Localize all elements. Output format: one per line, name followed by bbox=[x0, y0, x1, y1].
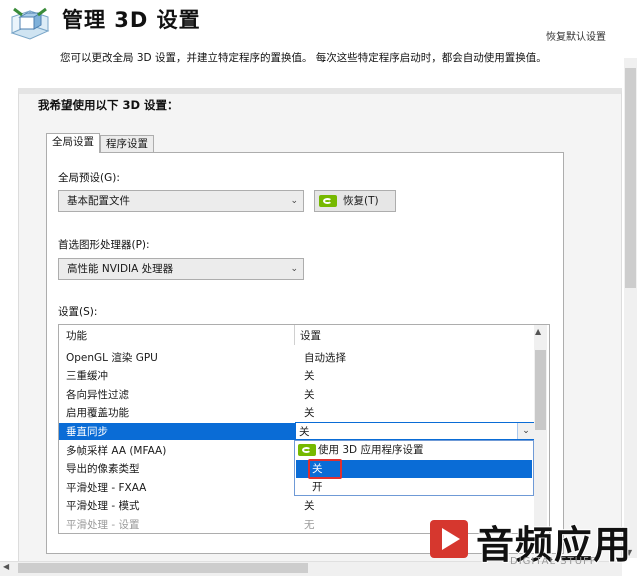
3d-settings-icon bbox=[8, 3, 52, 43]
setting-row-value[interactable]: 自动选择 bbox=[304, 350, 346, 365]
scroll-left-icon[interactable]: ◀ bbox=[3, 562, 9, 571]
preferred-gpu-select[interactable]: 高性能 NVIDIA 处理器 ⌄ bbox=[58, 258, 304, 280]
setting-row-feature-selected[interactable]: 垂直同步 bbox=[66, 424, 108, 439]
watermark-logo bbox=[430, 520, 468, 558]
chevron-down-icon[interactable]: ⌄ bbox=[517, 423, 534, 439]
setting-row-feature[interactable]: 三重缓冲 bbox=[66, 368, 108, 383]
restore-button[interactable]: 恢复(T) bbox=[314, 190, 396, 212]
setting-row-value-disabled: 无 bbox=[304, 519, 315, 531]
preferred-gpu-value: 高性能 NVIDIA 处理器 bbox=[67, 263, 174, 275]
column-header-setting[interactable]: 设置 bbox=[300, 328, 321, 343]
dropdown-option-label: 开 bbox=[312, 481, 323, 493]
column-header-feature[interactable]: 功能 bbox=[66, 328, 87, 343]
setting-row-value[interactable]: 关 bbox=[304, 405, 315, 420]
chevron-down-icon: ⌄ bbox=[290, 264, 298, 274]
global-preset-label: 全局预设(G): bbox=[58, 172, 120, 184]
restore-button-label: 恢复(T) bbox=[343, 195, 379, 207]
setting-row-feature-disabled: 平滑处理 - 设置 bbox=[66, 519, 140, 531]
restore-defaults-link[interactable]: 恢复默认设置 bbox=[546, 28, 606, 43]
setting-row-feature[interactable]: 平滑处理 - FXAA bbox=[66, 480, 146, 495]
page-description: 您可以更改全局 3D 设置，并建立特定程序的置换值。 每次这些特定程序启动时，都… bbox=[60, 52, 547, 64]
setting-row-value[interactable]: 关 bbox=[304, 368, 315, 383]
chevron-down-icon: ⌄ bbox=[290, 196, 298, 206]
setting-row-feature[interactable]: 多帧采样 AA (MFAA) bbox=[66, 443, 166, 458]
dropdown-option-on[interactable]: 开 bbox=[296, 478, 532, 496]
column-divider bbox=[294, 325, 295, 345]
setting-row-feature[interactable]: 各向异性过滤 bbox=[66, 387, 129, 402]
page-horizontal-scrollbar-thumb[interactable] bbox=[18, 563, 308, 573]
setting-row-value[interactable]: 关 bbox=[304, 387, 315, 402]
dropdown-option-label: 使用 3D 应用程序设置 bbox=[318, 444, 424, 456]
nvidia-icon bbox=[319, 195, 337, 207]
dropdown-option-use-app-setting[interactable]: 使用 3D 应用程序设置 bbox=[296, 441, 532, 459]
settings-label: 设置(S): bbox=[58, 306, 98, 318]
scroll-up-icon[interactable]: ▲ bbox=[535, 327, 541, 336]
list-scrollbar-thumb[interactable] bbox=[535, 350, 546, 430]
tab-global-settings[interactable]: 全局设置 bbox=[46, 133, 100, 153]
setting-row-value[interactable]: 关 bbox=[304, 498, 315, 513]
watermark-subtext: DIGITAL STUFF bbox=[510, 556, 597, 567]
setting-row-feature[interactable]: OpenGL 渲染 GPU bbox=[66, 350, 158, 365]
nvidia-icon bbox=[298, 444, 316, 456]
setting-row-feature[interactable]: 导出的像素类型 bbox=[66, 461, 140, 476]
page-title: 管理 3D 设置 bbox=[62, 8, 201, 32]
section-heading: 我希望使用以下 3D 设置： bbox=[38, 98, 179, 112]
annotation-highlight-box bbox=[308, 459, 342, 479]
tab-program-settings[interactable]: 程序设置 bbox=[100, 135, 154, 153]
setting-row-feature[interactable]: 启用覆盖功能 bbox=[66, 405, 129, 420]
page-vertical-scrollbar-thumb[interactable] bbox=[625, 68, 636, 288]
global-preset-select[interactable]: 基本配置文件 ⌄ bbox=[58, 190, 304, 212]
preferred-gpu-label: 首选图形处理器(P): bbox=[58, 239, 150, 251]
vsync-combobox-value: 关 bbox=[299, 426, 310, 438]
vsync-combobox[interactable] bbox=[295, 422, 534, 440]
setting-row-feature[interactable]: 平滑处理 - 模式 bbox=[66, 498, 139, 513]
global-preset-value: 基本配置文件 bbox=[67, 195, 130, 207]
